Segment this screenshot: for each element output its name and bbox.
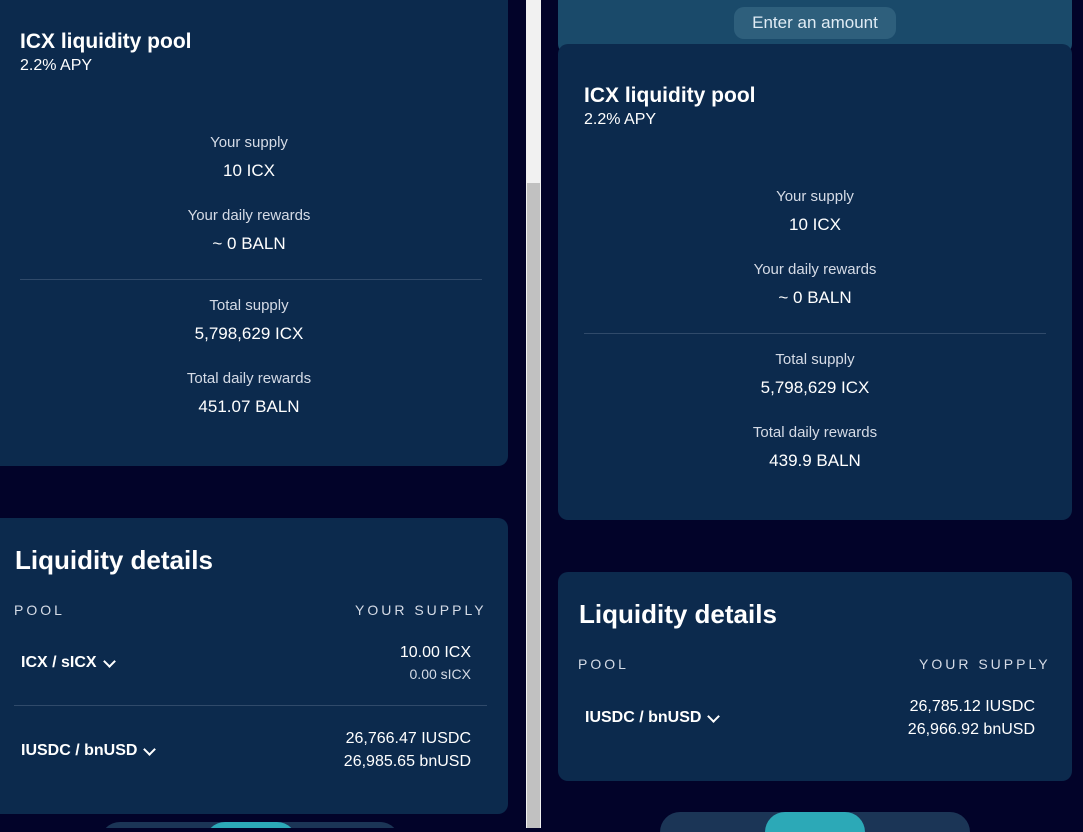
liquidity-details-title: Liquidity details (579, 599, 777, 629)
supply-amount-secondary: 0.00 sICX (409, 666, 471, 682)
pool-apy: 2.2% APY (584, 111, 657, 128)
supply-amount-secondary: 26,966.92 bnUSD (907, 721, 1035, 738)
total-daily-rewards-value: 451.07 BALN (198, 397, 300, 416)
your-daily-rewards-value: ~ 0 BALN (778, 288, 852, 307)
total-daily-rewards-label: Total daily rewards (186, 370, 312, 387)
scrollbar-thumb[interactable] (527, 183, 540, 828)
pool-column-header: POOL (14, 602, 65, 618)
divider (584, 333, 1046, 334)
supply-amount-secondary: 26,985.65 bnUSD (343, 753, 471, 770)
total-daily-rewards-value: 439.9 BALN (769, 451, 861, 470)
supply-amount-primary: 26,766.47 IUSDC (345, 730, 471, 747)
your-daily-rewards-label: Your daily rewards (753, 261, 877, 278)
liquidity-details-card: Liquidity details POOL YOUR SUPPLY IUSDC… (558, 572, 1072, 781)
supply-column-header: YOUR SUPPLY (919, 656, 1051, 672)
total-supply-value: 5,798,629 ICX (760, 378, 870, 397)
pool-pair-dropdown[interactable]: IUSDC / bnUSD (21, 742, 157, 760)
pool-pair-dropdown[interactable]: IUSDC / bnUSD (585, 709, 721, 727)
nav-active-tab[interactable] (765, 812, 865, 832)
your-supply-label: Your supply (210, 134, 288, 151)
pool-title: ICX liquidity pool (584, 84, 756, 107)
total-supply-label: Total supply (209, 297, 289, 314)
row-divider (14, 705, 487, 706)
your-supply-value: 10 ICX (223, 161, 275, 180)
supply-column-header: YOUR SUPPLY (355, 602, 487, 618)
your-daily-rewards-label: Your daily rewards (187, 207, 311, 224)
supply-amount-primary: 10.00 ICX (399, 644, 471, 661)
pool-pair-label: IUSDC / bnUSD (585, 709, 702, 726)
left-pane: ICX liquidity pool 2.2% APY Your supply … (0, 0, 526, 828)
total-supply-label: Total supply (775, 351, 855, 368)
your-daily-rewards-value: ~ 0 BALN (212, 234, 286, 253)
chevron-down-icon (707, 709, 721, 723)
your-supply-value: 10 ICX (789, 215, 841, 234)
chevron-down-icon (102, 654, 116, 668)
nav-active-tab[interactable] (205, 822, 297, 828)
pool-pair-label: IUSDC / bnUSD (21, 742, 138, 759)
enter-amount-button[interactable]: Enter an amount (734, 7, 896, 39)
supply-amount-primary: 26,785.12 IUSDC (909, 698, 1035, 715)
pool-stats-card: ICX liquidity pool 2.2% APY Your supply … (0, 0, 508, 466)
pool-title: ICX liquidity pool (20, 30, 192, 53)
your-supply-label: Your supply (776, 188, 854, 205)
pool-pair-label: ICX / sICX (21, 654, 97, 671)
pool-stats-card: ICX liquidity pool 2.2% APY Your supply … (558, 44, 1072, 520)
liquidity-details-card: Liquidity details POOL YOUR SUPPLY ICX /… (0, 518, 508, 814)
divider (20, 279, 482, 280)
total-supply-value: 5,798,629 ICX (194, 324, 304, 343)
chevron-down-icon (143, 742, 157, 756)
pool-column-header: POOL (578, 656, 629, 672)
liquidity-details-title: Liquidity details (15, 545, 213, 575)
total-daily-rewards-label: Total daily rewards (752, 424, 878, 441)
pool-apy: 2.2% APY (20, 57, 93, 74)
pool-pair-dropdown[interactable]: ICX / sICX (21, 654, 116, 672)
